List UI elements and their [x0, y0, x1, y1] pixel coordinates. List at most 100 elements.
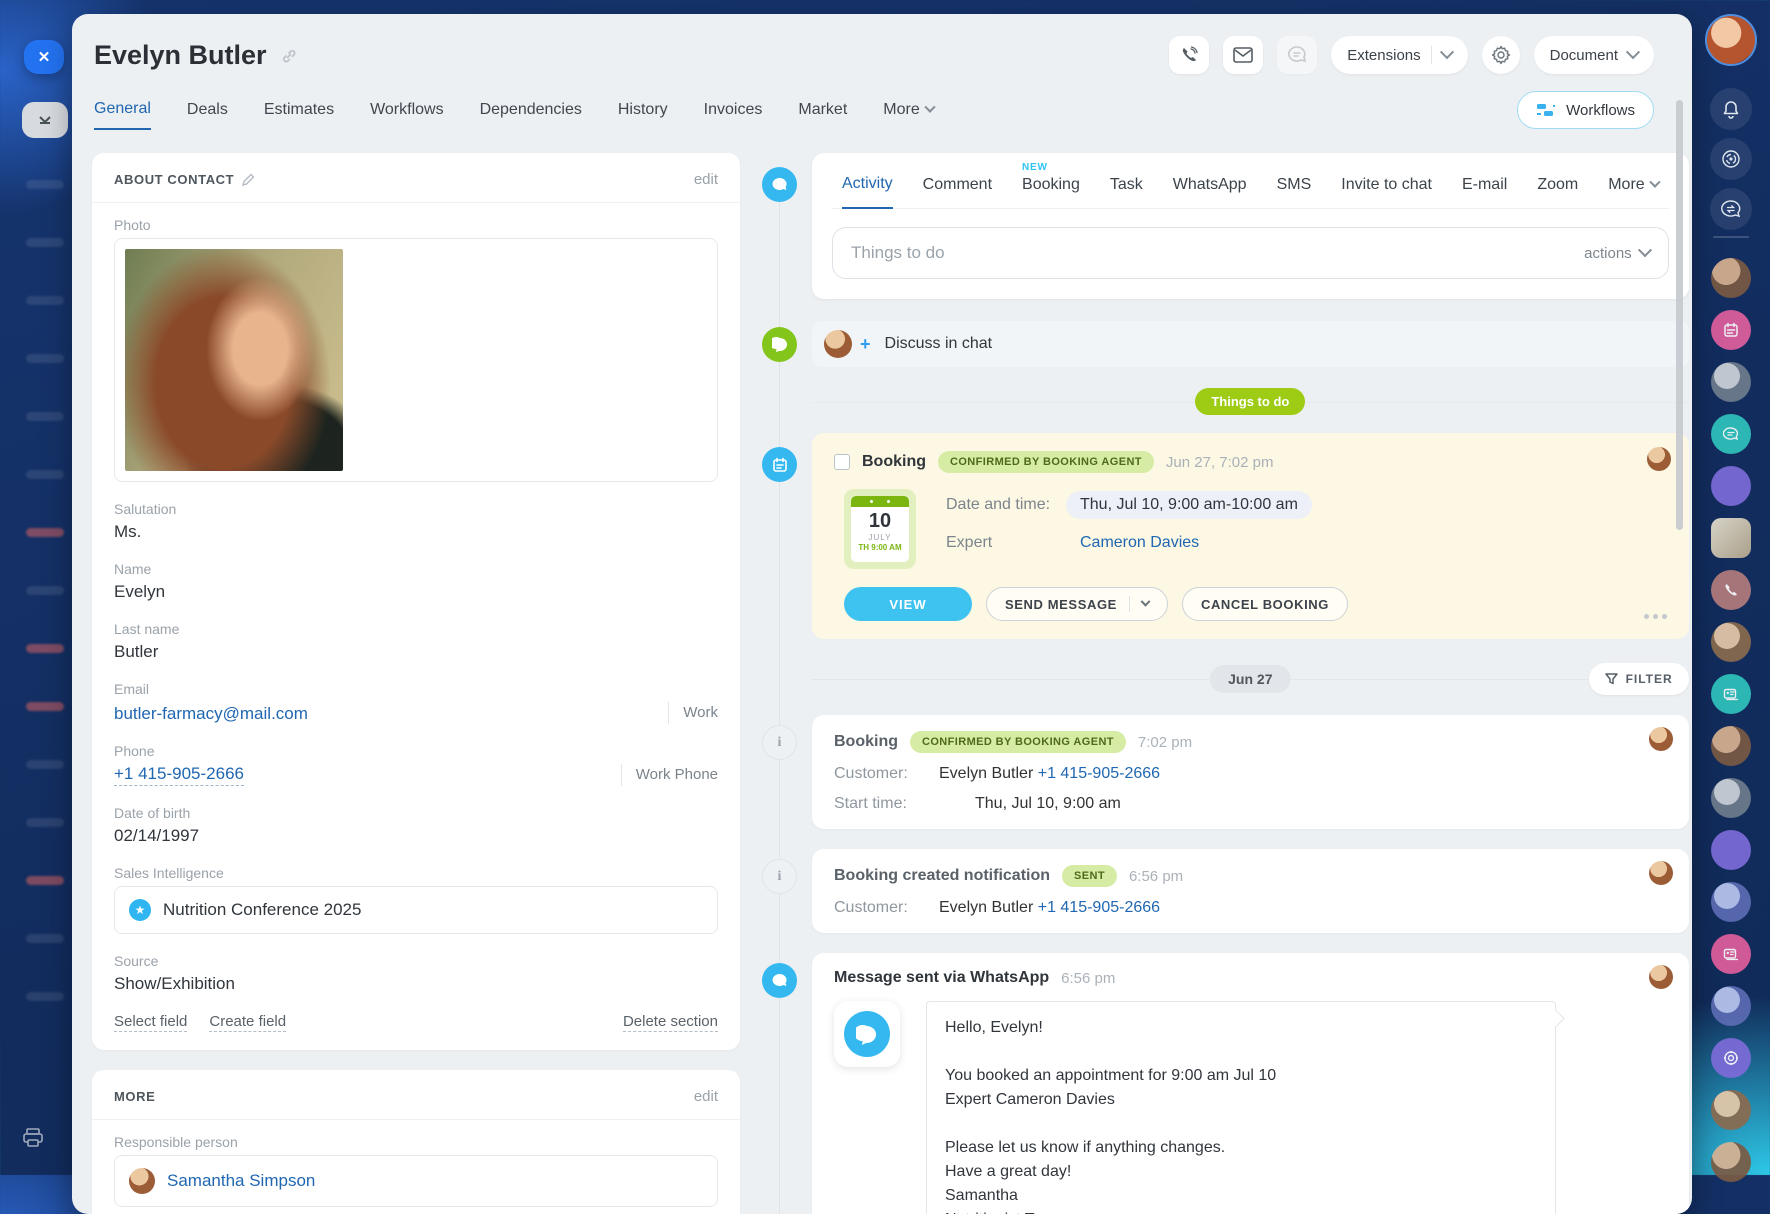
tab-whatsapp[interactable]: WhatsApp: [1173, 176, 1247, 208]
tab-more[interactable]: More: [883, 101, 936, 129]
tab-booking[interactable]: NEW Booking: [1022, 162, 1080, 208]
create-field-link[interactable]: Create field: [209, 1013, 287, 1032]
tab-more[interactable]: More: [1608, 176, 1661, 208]
todo-input[interactable]: Things to do actions: [832, 227, 1669, 279]
chat-lines-icon: [1723, 427, 1739, 441]
link-icon[interactable]: [281, 50, 297, 68]
group-chat-avatar[interactable]: [1711, 414, 1751, 454]
select-field-link[interactable]: Select field: [114, 1013, 188, 1032]
close-icon[interactable]: ✕: [24, 40, 64, 74]
avatar: [1648, 727, 1673, 751]
email-button[interactable]: [1223, 36, 1264, 74]
responsible-person-field[interactable]: Samantha Simpson: [114, 1155, 718, 1207]
chat-avatar[interactable]: [1711, 726, 1751, 766]
last-name-field[interactable]: Last name Butler: [114, 621, 718, 662]
chat-button[interactable]: [1277, 36, 1318, 74]
chat-avatar[interactable]: [1711, 1142, 1751, 1182]
call-button[interactable]: [1169, 36, 1210, 74]
name-field[interactable]: Name Evelyn: [114, 561, 718, 602]
tab-history[interactable]: History: [618, 101, 668, 129]
responsible-person-link[interactable]: Samantha Simpson: [167, 1171, 315, 1191]
tab-dependencies[interactable]: Dependencies: [480, 101, 582, 129]
chat-avatar[interactable]: [1711, 986, 1751, 1026]
tab-workflows[interactable]: Workflows: [370, 101, 444, 129]
datetime-label: Date and time:: [946, 496, 1051, 513]
email-field[interactable]: Email butler-farmacy@mail.com Work: [114, 681, 718, 724]
contact-card-avatar[interactable]: [1711, 674, 1751, 714]
chat-node-icon: [762, 167, 797, 202]
photo-field[interactable]: [114, 238, 718, 482]
dob-field[interactable]: Date of birth 02/14/1997: [114, 805, 718, 846]
user-avatar[interactable]: [1705, 14, 1757, 66]
email-link[interactable]: butler-farmacy@mail.com: [114, 704, 308, 724]
tab-comment[interactable]: Comment: [923, 176, 992, 208]
settings-button[interactable]: [1481, 36, 1520, 74]
left-sidebar: ✕: [0, 0, 72, 1175]
filter-button[interactable]: FILTER: [1588, 663, 1689, 695]
chat-avatar[interactable]: [1711, 258, 1751, 298]
send-message-button[interactable]: SEND MESSAGE: [986, 587, 1168, 621]
view-button[interactable]: VIEW: [844, 587, 972, 621]
tab-market[interactable]: Market: [798, 101, 847, 129]
calendar-chat-avatar[interactable]: [1711, 310, 1751, 350]
tab-estimates[interactable]: Estimates: [264, 101, 334, 129]
notifications-button[interactable]: [1710, 88, 1752, 130]
chat-avatar[interactable]: [1711, 778, 1751, 818]
collapse-sidebar-button[interactable]: [22, 102, 68, 138]
tab-task[interactable]: Task: [1110, 176, 1143, 208]
chat-avatar[interactable]: [1711, 362, 1751, 402]
support-button[interactable]: [1710, 138, 1752, 180]
call-avatar[interactable]: [1711, 570, 1751, 610]
about-edit-link[interactable]: edit: [694, 171, 718, 188]
badge-avatar[interactable]: [1711, 518, 1751, 558]
booking-todo-card: Booking CONFIRMED BY BOOKING AGENT Jun 2…: [762, 433, 1689, 639]
tab-deals[interactable]: Deals: [187, 101, 228, 129]
cancel-booking-button[interactable]: CANCEL BOOKING: [1181, 587, 1349, 621]
contact-card-avatar[interactable]: [1711, 934, 1751, 974]
chat-avatar[interactable]: [1711, 1090, 1751, 1130]
target-avatar[interactable]: [1711, 1038, 1751, 1078]
tab-general[interactable]: General: [94, 100, 151, 130]
document-dropdown[interactable]: Document: [1533, 36, 1654, 74]
more-edit-link[interactable]: edit: [694, 1088, 718, 1105]
workflows-button[interactable]: Workflows: [1517, 91, 1654, 129]
responsible-label: Responsible person: [114, 1134, 238, 1150]
tab-zoom[interactable]: Zoom: [1537, 176, 1578, 208]
scrollbar[interactable]: [1676, 100, 1683, 530]
delete-section-link[interactable]: Delete section: [622, 1013, 718, 1032]
chat-arrows-icon: [1721, 200, 1741, 218]
notification-history-entry[interactable]: i Booking created notification SENT 6:56…: [762, 849, 1689, 933]
messenger-button[interactable]: [1710, 188, 1752, 230]
booking-checkbox[interactable]: [834, 454, 850, 470]
more-dots-icon[interactable]: [1643, 614, 1667, 619]
printer-icon[interactable]: [22, 1128, 44, 1148]
customer-phone-link[interactable]: +1 415-905-2666: [1038, 899, 1160, 917]
salutation-field[interactable]: Salutation Ms.: [114, 501, 718, 542]
expert-link[interactable]: Cameron Davies: [1080, 534, 1199, 552]
tab-activity[interactable]: Activity: [842, 175, 893, 209]
tab-sms[interactable]: SMS: [1277, 176, 1312, 208]
tab-invite-to-chat[interactable]: Invite to chat: [1341, 176, 1432, 208]
sales-intelligence-item[interactable]: ★ Nutrition Conference 2025: [114, 886, 718, 934]
phone-field[interactable]: Phone +1 415-905-2666 Work Phone: [114, 743, 718, 786]
discuss-in-chat-row[interactable]: + Discuss in chat: [762, 321, 1689, 367]
menu-item-blurred: [26, 818, 64, 827]
tab-invoices[interactable]: Invoices: [704, 101, 763, 129]
divider: [1430, 46, 1432, 64]
customer-phone-link[interactable]: +1 415-905-2666: [1038, 765, 1160, 783]
pencil-icon[interactable]: [242, 173, 255, 186]
calendar-month: JULY: [868, 533, 892, 542]
divider: [1128, 596, 1130, 612]
booking-history-entry[interactable]: i Booking CONFIRMED BY BOOKING AGENT 7:0…: [762, 715, 1689, 829]
actions-dropdown[interactable]: actions: [1584, 243, 1652, 262]
activity-timeline: Activity Comment NEW Booking Task WhatsAp…: [762, 153, 1689, 1214]
phone-link[interactable]: +1 415-905-2666: [114, 764, 244, 786]
chat-avatar[interactable]: [1711, 882, 1751, 922]
tab-email[interactable]: E-mail: [1462, 176, 1507, 208]
menu-item-blurred: [26, 354, 64, 363]
chat-avatar[interactable]: [1711, 622, 1751, 662]
source-field[interactable]: Source Show/Exhibition: [114, 953, 718, 994]
chat-avatar[interactable]: [1711, 830, 1751, 870]
extensions-dropdown[interactable]: Extensions: [1331, 36, 1468, 74]
chat-avatar[interactable]: [1711, 466, 1751, 506]
